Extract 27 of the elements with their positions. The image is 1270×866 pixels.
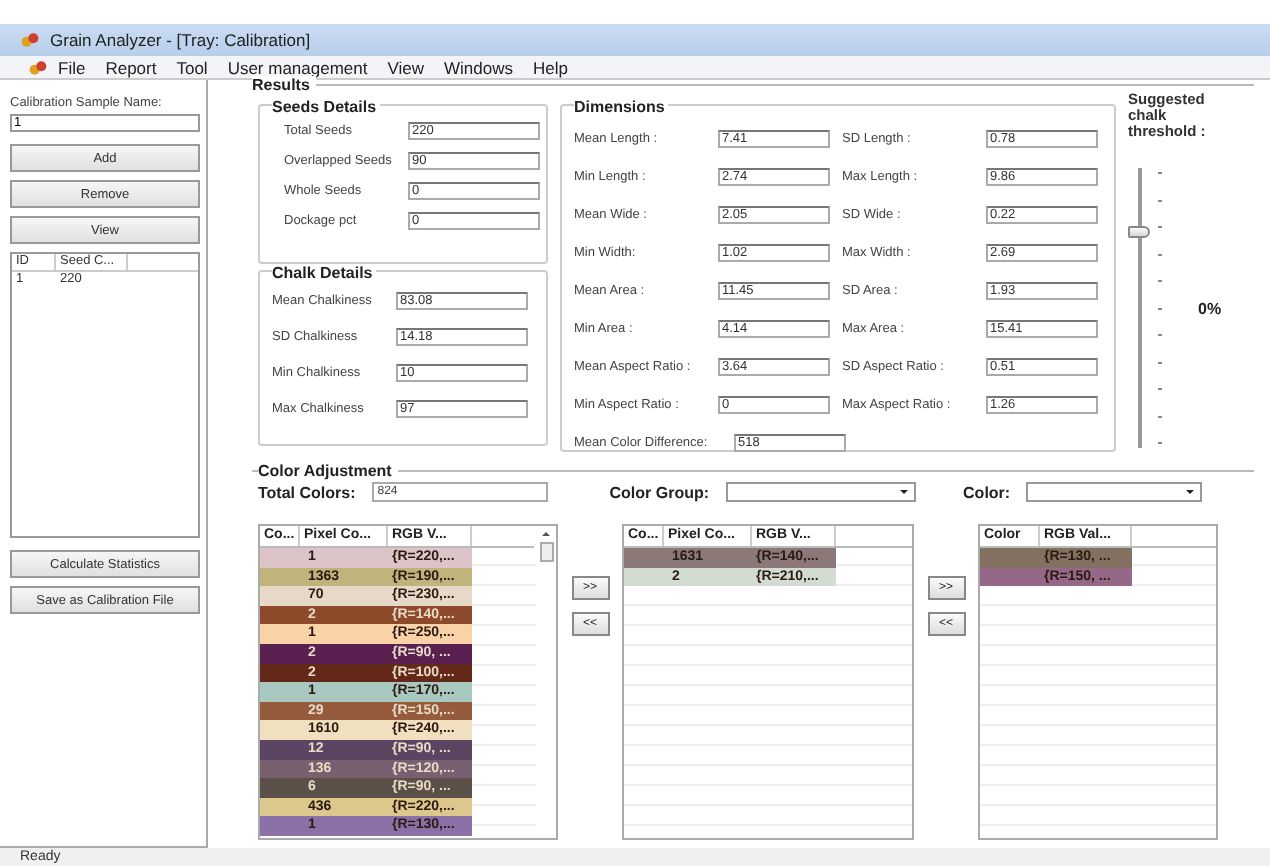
caret-icon <box>897 488 910 496</box>
app-icon[interactable] <box>28 57 48 77</box>
menu-item[interactable]: Windows <box>434 57 523 77</box>
field-label: Total Colors: <box>258 483 356 501</box>
menu-item[interactable]: User management <box>217 57 378 77</box>
group-title: Dimensions <box>574 98 669 116</box>
menu-item[interactable]: Help <box>523 57 578 77</box>
caret-icon <box>1184 488 1197 496</box>
group-title: Results <box>252 76 316 94</box>
color-group-dropdown[interactable] <box>725 482 916 502</box>
color-dropdown[interactable] <box>1026 482 1203 502</box>
window-title: Grain Analyzer - [Tray: Calibration] <box>50 30 311 50</box>
app-icon <box>20 30 40 50</box>
threshold-reading: 0% <box>1198 299 1222 317</box>
scroll-thumb[interactable] <box>539 542 553 562</box>
color-list[interactable] <box>258 524 558 840</box>
group-title: Color Adjustment <box>258 462 398 480</box>
slider-thumb[interactable] <box>1128 226 1150 239</box>
menu-item[interactable]: View <box>377 57 435 77</box>
menu-item[interactable]: Tool <box>166 57 218 77</box>
menu-item[interactable]: File <box>48 57 96 77</box>
group-title: Chalk Details <box>272 264 377 282</box>
field-label: Color Group: <box>609 483 710 501</box>
menu-item[interactable]: Report <box>95 57 167 77</box>
field-label: Color: <box>963 483 1011 501</box>
up-arrow-icon[interactable] <box>540 530 552 538</box>
group-title: Seeds Details <box>272 98 381 116</box>
